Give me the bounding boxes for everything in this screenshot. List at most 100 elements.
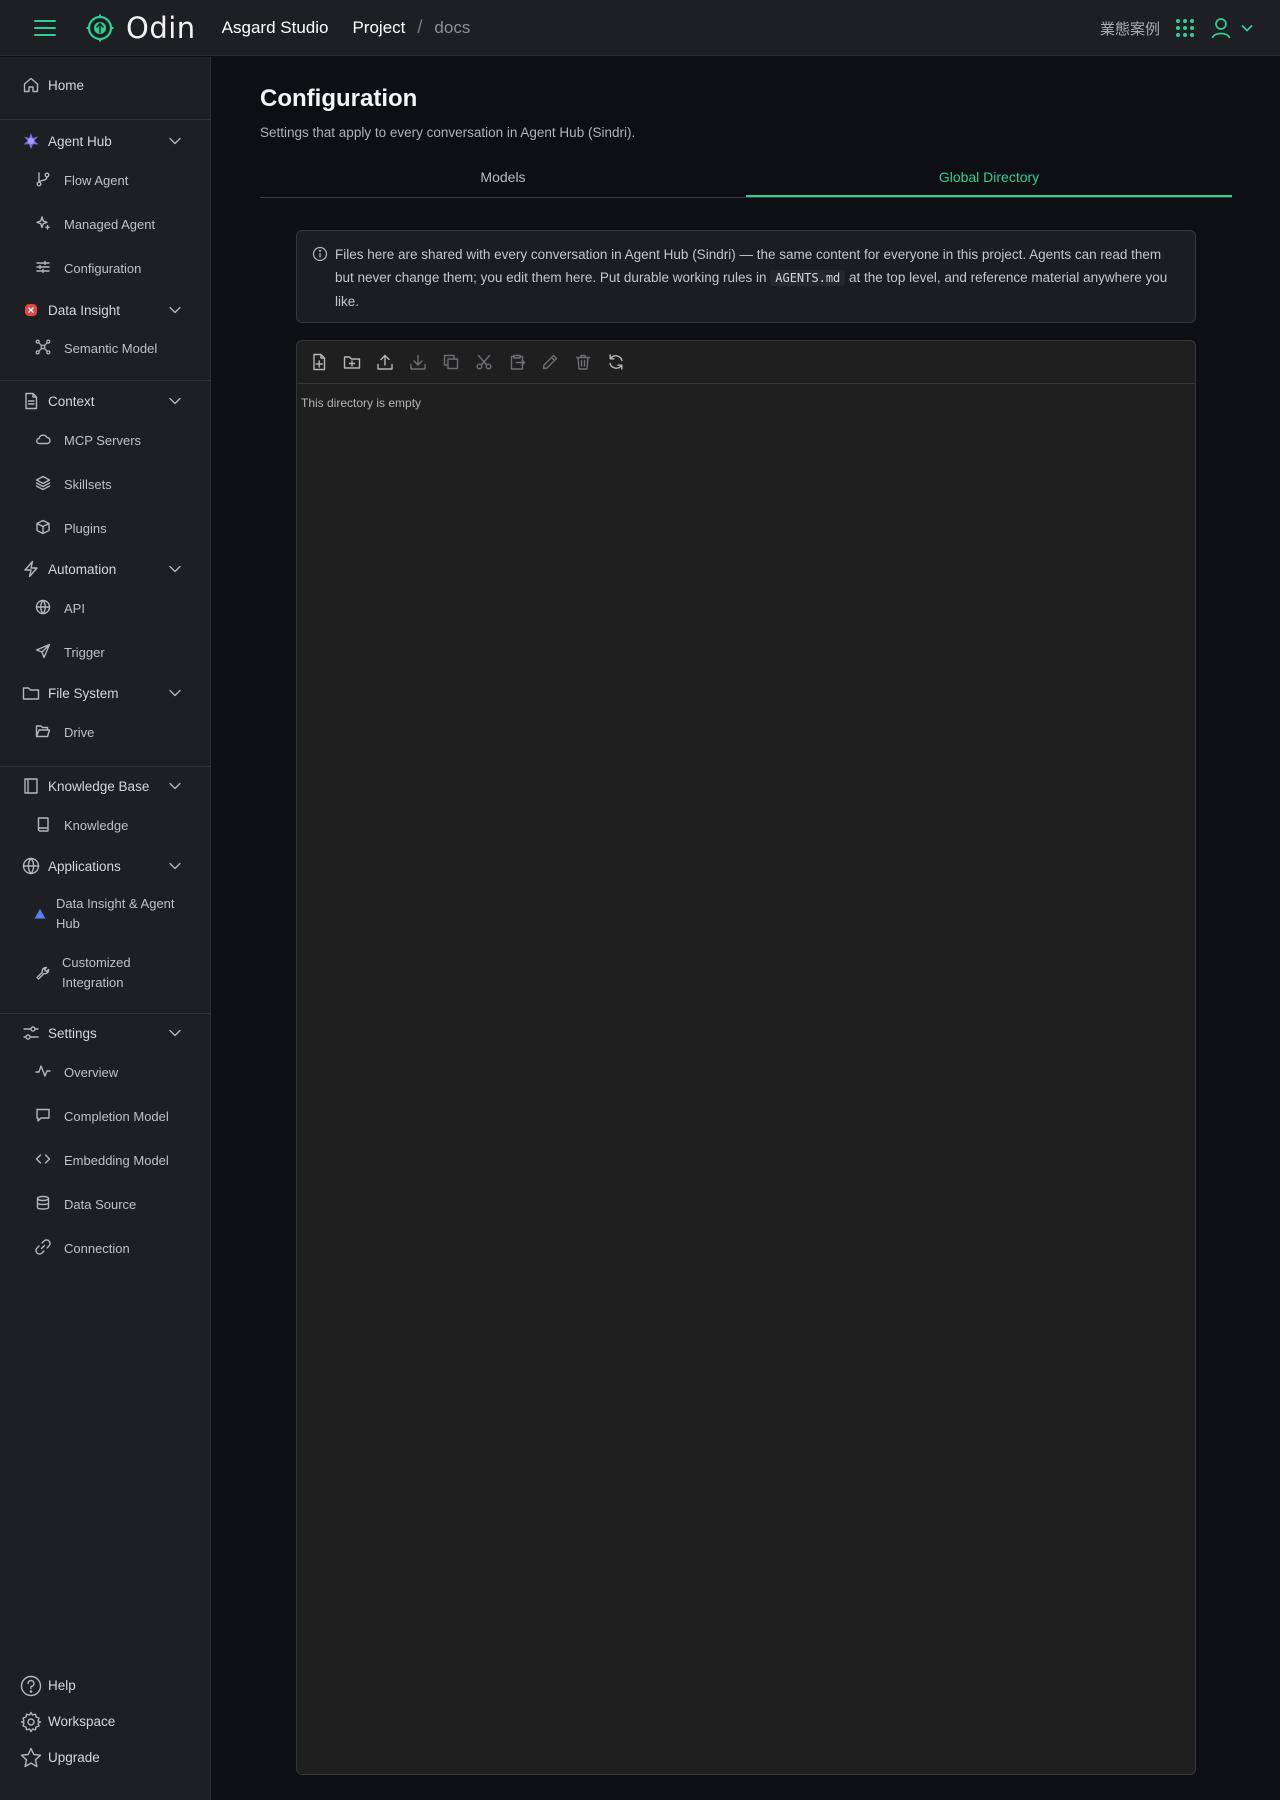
sidebar-item-skillsets[interactable]: Skillsets [0,475,211,495]
rename-button[interactable] [541,353,559,371]
sidebar-item-embedding-model[interactable]: Embedding Model [0,1151,211,1171]
sidebar-item-label: Upgrade [48,1750,100,1765]
network-icon [35,339,51,355]
code-icon [35,1151,51,1167]
info-text: Files here are shared with every convers… [335,243,1175,313]
file-plus-icon [313,353,326,371]
sidebar-item-completion-model[interactable]: Completion Model [0,1107,211,1127]
clipboard-icon [510,354,526,370]
sidebar-item-api[interactable]: API [0,599,211,619]
case-link[interactable]: 業態案例 [1100,18,1160,39]
sidebar-group-settings[interactable]: Settings [0,1021,211,1045]
sliders-icon [35,259,51,275]
lightning-icon [22,560,40,578]
sidebar-item-label: Managed Agent [64,217,156,232]
sidebar-item-mcp-servers[interactable]: MCP Servers [0,431,211,451]
globe-icon [35,599,51,615]
trash-icon [575,354,591,370]
sidebar-item-connection[interactable]: Connection [0,1239,211,1259]
user-menu[interactable] [1210,17,1254,39]
scissors-icon [476,354,492,370]
sidebar-item-data-insight-agent-hub[interactable]: Data Insight & Agent Hub [0,894,211,934]
sidebar-item-data-source[interactable]: Data Source [0,1195,211,1215]
sidebar-item-label: MCP Servers [64,433,142,448]
home-icon [22,76,40,94]
sidebar-divider [0,766,211,767]
sidebar-item-workspace[interactable]: Workspace [0,1711,211,1735]
sidebar-item-help[interactable]: Help [0,1675,211,1699]
apps-grid-icon[interactable] [1176,19,1194,37]
app-logo[interactable]: Odin [86,11,196,45]
sidebar-group-applications[interactable]: Applications [0,854,211,878]
sidebar: Home Agent Hub Flow Agent Managed Agent … [0,57,211,1800]
sidebar-group-agent-hub[interactable]: Agent Hub [0,129,211,153]
sidebar-item-label: Plugins [64,521,107,536]
chevron-down-icon [169,397,181,405]
sidebar-item-semantic-model[interactable]: Semantic Model [0,339,211,359]
sidebar-item-label: Workspace [48,1714,116,1729]
sidebar-item-label: Drive [64,725,95,740]
main-content: Configuration Settings that apply to eve… [212,57,1280,1800]
sidebar-group-label: Agent Hub [48,133,112,149]
refresh-button[interactable] [607,353,625,371]
empty-directory-text: This directory is empty [301,396,422,410]
page-subtitle: Settings that apply to every conversatio… [260,125,636,140]
sidebar-group-label: Applications [48,858,121,874]
menu-icon[interactable] [34,19,56,36]
tab-models[interactable]: Models [260,157,746,197]
sidebar-item-label: Connection [64,1241,130,1256]
cut-button[interactable] [475,353,493,371]
breadcrumb-separator: / [417,17,423,37]
star-icon [20,1747,42,1768]
chevron-down-icon [169,689,181,697]
sidebar-group-file-system[interactable]: File System [0,681,211,705]
sidebar-item-drive[interactable]: Drive [0,723,211,743]
book-icon [22,777,40,795]
sidebar-item-trigger[interactable]: Trigger [0,643,211,663]
sidebar-group-data-insight[interactable]: Data Insight [0,298,211,322]
download-icon [410,354,426,370]
sidebar-item-label: Knowledge [64,818,129,833]
sparkles-icon [35,215,51,231]
org-name[interactable]: Asgard Studio [222,18,329,38]
download-button[interactable] [409,353,427,371]
sidebar-group-automation[interactable]: Automation [0,557,211,581]
breadcrumb-project[interactable]: Project [352,18,405,38]
folder-plus-icon [343,356,361,369]
gear-icon [20,1711,42,1733]
chevron-down-icon [169,862,181,870]
sidebar-item-configuration[interactable]: Configuration [0,259,211,279]
top-bar: Odin Asgard Studio Project / docs 業態案例 [0,0,1280,56]
sidebar-group-label: Context [48,393,95,409]
sidebar-item-managed-agent[interactable]: Managed Agent [0,215,211,235]
copy-button[interactable] [442,353,460,371]
sidebar-group-knowledge-base[interactable]: Knowledge Base [0,774,211,798]
new-file-button[interactable] [310,353,328,371]
sidebar-item-label: Data Insight & Agent Hub [56,896,175,931]
sidebar-item-overview[interactable]: Overview [0,1063,211,1083]
chevron-down-icon [169,565,181,573]
file-manager: This directory is empty [296,340,1196,1775]
link-icon [35,1239,51,1255]
delete-button[interactable] [574,353,592,371]
tab-global-directory[interactable]: Global Directory [746,157,1232,197]
sidebar-item-flow-agent[interactable]: Flow Agent [0,171,211,191]
sidebar-item-label: Skillsets [64,477,112,492]
sidebar-item-customized-integration[interactable]: Customized Integration [0,953,211,993]
notebook-icon [35,816,51,832]
upload-button[interactable] [376,353,394,371]
new-folder-button[interactable] [343,353,361,371]
info-icon [312,246,328,262]
sidebar-divider [0,380,211,381]
sidebar-item-label: Help [48,1678,76,1693]
sidebar-item-label: Home [48,77,85,93]
sidebar-item-upgrade[interactable]: Upgrade [0,1747,211,1771]
file-manager-toolbar [297,341,1195,384]
paste-button[interactable] [508,353,526,371]
message-square-icon [35,1107,51,1123]
sidebar-item-plugins[interactable]: Plugins [0,519,211,539]
sidebar-group-context[interactable]: Context [0,389,211,413]
sidebar-item-knowledge[interactable]: Knowledge [0,816,211,836]
sidebar-item-home[interactable]: Home [0,73,211,97]
sidebar-divider [0,119,211,120]
